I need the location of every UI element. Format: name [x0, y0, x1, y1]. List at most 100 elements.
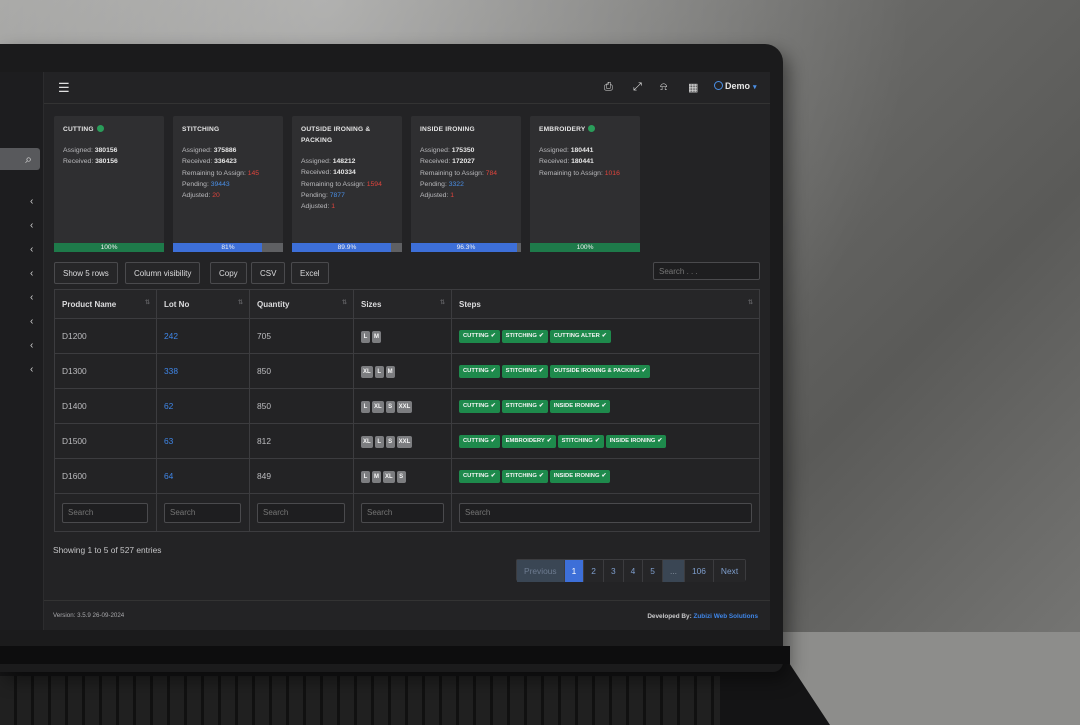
- column-header-sizes[interactable]: Sizes ⇅: [353, 289, 452, 319]
- table-search-input[interactable]: [653, 262, 760, 280]
- lot-link[interactable]: 242: [156, 318, 250, 354]
- header-label: Steps: [459, 299, 481, 309]
- stage-card: INSIDE IRONING Assigned: 175350 Received: …: [411, 116, 521, 252]
- check-circle-icon: [96, 125, 104, 132]
- sizes-search-input[interactable]: [361, 502, 444, 523]
- progress-label: 100%: [100, 244, 118, 251]
- lot-link[interactable]: 63: [156, 423, 250, 459]
- check-icon: ✔: [546, 438, 552, 444]
- stat-value: 145: [247, 169, 260, 177]
- table-row: D1300 338 850 XL L M CUTTING ✔ STITCHING ✔ OUTSIDE…: [54, 353, 760, 389]
- lot-link[interactable]: 338: [156, 353, 250, 389]
- chevron-left-icon[interactable]: ‹: [30, 220, 33, 231]
- chevron-left-icon[interactable]: ‹: [30, 268, 33, 279]
- lot-link[interactable]: 62: [156, 388, 250, 424]
- bell-icon[interactable]: ⍾: [660, 81, 667, 94]
- stat-label: Assigned:: [63, 147, 93, 154]
- menu-toggle-icon[interactable]: ☰: [58, 80, 70, 96]
- stat-value: 20: [212, 192, 220, 200]
- check-icon: ✔: [490, 368, 496, 374]
- quantity-search-input[interactable]: [257, 502, 345, 523]
- chevron-left-icon[interactable]: ‹: [30, 292, 33, 303]
- excel-button[interactable]: Excel: [291, 262, 329, 284]
- page-button-1[interactable]: 1: [564, 560, 585, 582]
- table-row: D1600 64 849 L M XL S CUTTING ✔ STITCHING ✔ INSIDE …: [54, 458, 760, 494]
- column-visibility-button[interactable]: Column visibility: [125, 262, 201, 284]
- step-badge: STITCHING ✔: [501, 400, 548, 413]
- lot-search-input[interactable]: [164, 502, 241, 523]
- user-menu[interactable]: Demo ▾: [714, 81, 757, 91]
- stat-label: Received:: [63, 158, 94, 166]
- previous-page-button[interactable]: Previous: [517, 560, 565, 582]
- column-header-product[interactable]: Product Name ⇅: [54, 289, 157, 319]
- card-stats: Assigned: 175350 Received: 172027 Remainin…: [420, 145, 512, 201]
- developer-label: Developed By:: [647, 613, 692, 620]
- page-button-2[interactable]: 2: [584, 560, 604, 582]
- steps-search-input[interactable]: [459, 502, 752, 523]
- page-button-106[interactable]: 106: [684, 560, 714, 582]
- sidebar-search-button[interactable]: ⌕: [0, 148, 40, 170]
- column-header-steps[interactable]: Steps ⇅: [451, 289, 760, 319]
- product-cell: D1600: [54, 458, 157, 494]
- column-header-quantity[interactable]: Quantity ⇅: [249, 289, 354, 319]
- step-badge: STITCHING ✔: [501, 470, 548, 483]
- product-cell: D1500: [54, 423, 157, 459]
- page-button-4[interactable]: 4: [623, 560, 644, 582]
- stat-value: 375886: [213, 147, 237, 154]
- chevron-left-icon[interactable]: ‹: [30, 196, 33, 207]
- page-button-5[interactable]: 5: [643, 560, 663, 582]
- developer-link[interactable]: Zubizi Web Solutions: [694, 613, 759, 620]
- chevron-left-icon[interactable]: ‹: [30, 364, 33, 375]
- size-badge: L: [374, 435, 384, 448]
- steps-cell: CUTTING ✔ STITCHING ✔ CUTTING ALTER ✔: [451, 318, 760, 354]
- show-rows-button[interactable]: Show 5 rows: [54, 262, 118, 284]
- check-icon: ✔: [641, 368, 647, 374]
- next-page-button[interactable]: Next: [713, 560, 746, 582]
- step-badge: STITCHING ✔: [501, 330, 548, 343]
- stat-value: 3322: [448, 180, 464, 188]
- product-search-input[interactable]: [62, 502, 148, 523]
- stat-value: 172027: [452, 158, 475, 166]
- quantity-cell: 849: [249, 458, 354, 494]
- size-badge: S: [385, 400, 395, 413]
- check-icon: ✔: [490, 403, 496, 409]
- stat-line: Assigned: 380156: [63, 145, 155, 156]
- stat-value: 39443: [210, 180, 230, 188]
- column-search-row: [54, 493, 760, 532]
- steps-cell: CUTTING ✔ STITCHING ✔ INSIDE IRONING ✔: [451, 388, 760, 424]
- quantity-cell: 705: [249, 318, 354, 354]
- search-cell: [249, 493, 354, 532]
- size-badge: M: [372, 470, 381, 483]
- search-icon: ⌕: [25, 152, 32, 166]
- column-header-lot[interactable]: Lot No ⇅: [156, 289, 250, 319]
- header-label: Sizes: [361, 299, 382, 309]
- chevron-left-icon[interactable]: ‹: [30, 340, 33, 351]
- copy-button[interactable]: Copy: [210, 262, 247, 284]
- stat-line: Assigned: 148212: [301, 156, 393, 167]
- page-button-3[interactable]: 3: [603, 560, 624, 582]
- step-badge: CUTTING ALTER ✔: [549, 330, 611, 343]
- stat-label: Pending:: [182, 180, 209, 188]
- quantity-cell: 850: [249, 353, 354, 389]
- stat-label: Adjusted:: [182, 192, 211, 200]
- table-row: D1400 62 850 L XL S XXL CUTTING ✔ STITCHING ✔ INSID…: [54, 388, 760, 424]
- table-info: Showing 1 to 5 of 527 entries: [53, 545, 162, 555]
- grid-icon[interactable]: ▦: [688, 81, 698, 94]
- size-badge: XL: [361, 435, 373, 448]
- stat-line: Received: 336423: [182, 156, 274, 167]
- user-icon: [714, 81, 723, 90]
- csv-button[interactable]: CSV: [251, 262, 286, 284]
- print-icon[interactable]: ⎙: [604, 81, 613, 94]
- progress-bar: 100%: [530, 243, 640, 252]
- check-icon: ✔: [538, 333, 544, 339]
- pagination: Previous 1 2 3 4 5 ... 106 Next: [516, 559, 747, 582]
- fullscreen-icon[interactable]: ⤢: [633, 81, 642, 94]
- lot-link[interactable]: 64: [156, 458, 250, 494]
- card-stats: Assigned: 380156 Received: 380156: [63, 145, 155, 168]
- sidebar: ⌕ ‹ ‹ ‹ ‹ ‹ ‹ ‹ ‹: [0, 72, 44, 630]
- chevron-left-icon[interactable]: ‹: [30, 316, 33, 327]
- chevron-left-icon[interactable]: ‹: [30, 244, 33, 255]
- developer-credit: Developed By: Zubizi Web Solutions: [647, 613, 758, 620]
- check-icon: ✔: [538, 368, 544, 374]
- header-label: Quantity: [257, 299, 290, 309]
